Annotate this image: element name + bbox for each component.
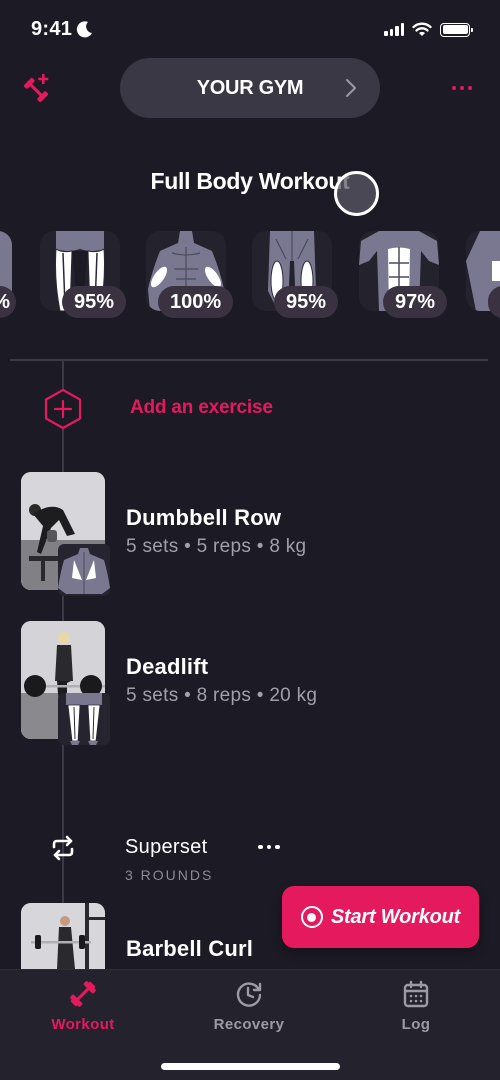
add-exercise-button[interactable]: Add an exercise (130, 397, 273, 419)
exercise-row[interactable]: Deadlift 5 sets • 8 reps • 20 kg (0, 621, 500, 745)
superset-repeat-icon (52, 835, 74, 861)
tab-log[interactable]: Log (346, 980, 486, 1040)
touch-indicator (334, 171, 379, 216)
tab-recovery[interactable]: Recovery (179, 980, 319, 1040)
gym-selector-button[interactable]: YOUR GYM (120, 58, 380, 118)
start-workout-label: Start Workout (330, 905, 461, 928)
moon-icon (76, 21, 92, 38)
muscle-percent: % (0, 286, 16, 318)
dumbbell-icon (70, 981, 96, 1007)
add-equipment-icon[interactable] (22, 72, 54, 104)
exercise-thumbnail (21, 903, 105, 969)
tab-label: Recovery (213, 1016, 285, 1033)
back-muscle-icon (58, 544, 110, 596)
status-icons (384, 22, 473, 37)
muscle-carousel[interactable]: % 95% 100% 95% (0, 231, 500, 326)
superset-rounds: 3 ROUNDS (125, 867, 214, 883)
tab-label: Log (401, 1016, 431, 1033)
status-bar: 9:41 (0, 0, 500, 60)
chevron-right-icon (346, 79, 356, 97)
more-options-button[interactable] (448, 76, 476, 100)
battery-icon (440, 22, 473, 37)
workout-title: Full Body Workout (150, 168, 350, 194)
dot (258, 844, 263, 850)
hamstrings-muscle-icon (58, 693, 110, 745)
tab-workout[interactable]: Workout (13, 980, 153, 1040)
calendar-icon (403, 980, 429, 1008)
signal-icon (384, 23, 404, 36)
muscle-percent: 97% (383, 286, 448, 318)
muscle-percent: 95% (62, 286, 127, 318)
dot (266, 844, 271, 850)
dot (275, 844, 280, 850)
wifi-icon (412, 22, 432, 36)
dot (460, 86, 464, 90)
status-time: 9:41 (31, 18, 73, 40)
exercise-row[interactable]: Dumbbell Row 5 sets • 5 reps • 8 kg (0, 472, 500, 596)
muscle-percent: 95% (274, 286, 339, 318)
exercise-name: Barbell Curl (126, 936, 254, 961)
add-exercise-icon[interactable] (43, 388, 83, 430)
muscle-percent: 100% (158, 286, 234, 318)
section-divider (10, 359, 488, 361)
exercise-name: Deadlift (126, 654, 209, 679)
gym-label: YOUR GYM (196, 76, 304, 99)
superset-more-button[interactable] (258, 840, 284, 854)
dot (468, 86, 472, 90)
start-workout-button[interactable]: Start Workout (282, 886, 479, 948)
exercise-name: Dumbbell Row (126, 505, 282, 530)
tab-label: Workout (51, 1016, 115, 1033)
record-icon (300, 906, 323, 928)
recovery-clock-icon (236, 982, 262, 1007)
home-indicator[interactable] (161, 1063, 340, 1070)
exercise-details: 5 sets • 8 reps • 20 kg (126, 685, 318, 706)
superset-label: Superset (125, 836, 208, 858)
dot (452, 86, 456, 90)
exercise-details: 5 sets • 5 reps • 8 kg (126, 536, 307, 557)
